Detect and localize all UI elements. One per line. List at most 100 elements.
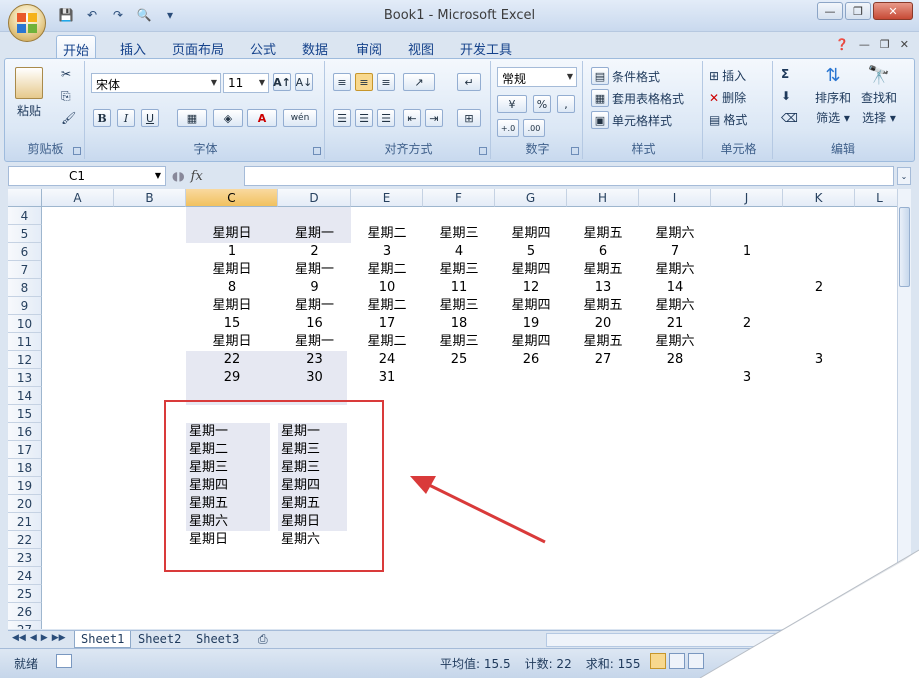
column-header-J[interactable]: J xyxy=(711,189,783,207)
insert-sheet-icon[interactable]: ⎙ xyxy=(252,631,274,648)
number-format-combo[interactable]: 常规 ▼ xyxy=(497,67,577,87)
insert-cells-button[interactable]: ⊞ 插入 xyxy=(709,67,746,84)
cell-J6[interactable]: 1 xyxy=(711,243,783,261)
conditional-formatting-button[interactable]: ▤ 条件格式 xyxy=(591,67,660,85)
row-header-25[interactable]: 25 xyxy=(8,585,42,603)
row-header-19[interactable]: 19 xyxy=(8,477,42,495)
cell-D8[interactable]: 9 xyxy=(278,279,351,297)
row-header-6[interactable]: 6 xyxy=(8,243,42,261)
align-bottom-button[interactable]: ≡ xyxy=(377,73,395,91)
cell-K12[interactable]: 3 xyxy=(783,351,855,369)
cell-H5[interactable]: 星期五 xyxy=(567,225,639,243)
cell-E6[interactable]: 3 xyxy=(351,243,423,261)
row-header-18[interactable]: 18 xyxy=(8,459,42,477)
page-layout-view-icon[interactable] xyxy=(669,653,685,669)
cell-H7[interactable]: 星期五 xyxy=(567,261,639,279)
paste-button[interactable]: 粘贴 xyxy=(15,67,43,119)
help-icon[interactable]: ❓ xyxy=(835,38,849,51)
row-header-26[interactable]: 26 xyxy=(8,603,42,621)
cell-I10[interactable]: 21 xyxy=(639,315,711,333)
close-button[interactable]: ✕ xyxy=(873,2,913,20)
cell-F11[interactable]: 星期三 xyxy=(423,333,495,351)
column-header-F[interactable]: F xyxy=(423,189,495,207)
cell-I11[interactable]: 星期六 xyxy=(639,333,711,351)
cell-K8[interactable]: 2 xyxy=(783,279,855,297)
clipboard-launcher-icon[interactable] xyxy=(73,147,81,155)
cell-J10[interactable]: 2 xyxy=(711,315,783,333)
sheet-tab-2[interactable]: Sheet2 xyxy=(132,631,187,648)
row-header-24[interactable]: 24 xyxy=(8,567,42,585)
row-header-13[interactable]: 13 xyxy=(8,369,42,387)
font-color-button[interactable]: A xyxy=(247,109,277,127)
minimize-ribbon-icon[interactable]: — xyxy=(859,38,870,51)
row-header-5[interactable]: 5 xyxy=(8,225,42,243)
column-header-B[interactable]: B xyxy=(114,189,186,207)
cell-G9[interactable]: 星期四 xyxy=(495,297,567,315)
row-header-9[interactable]: 9 xyxy=(8,297,42,315)
cell-F12[interactable]: 25 xyxy=(423,351,495,369)
cell-C12[interactable]: 22 xyxy=(186,351,278,369)
row-header-21[interactable]: 21 xyxy=(8,513,42,531)
vertical-scrollbar[interactable] xyxy=(897,189,911,629)
cell-G6[interactable]: 5 xyxy=(495,243,567,261)
comma-button[interactable]: , xyxy=(557,95,575,113)
font-size-combo[interactable]: 11 ▼ xyxy=(223,73,269,93)
formula-input[interactable] xyxy=(244,166,894,186)
normal-view-icon[interactable] xyxy=(650,653,666,669)
fill-color-button[interactable]: ◈ xyxy=(213,109,243,127)
sort-filter-button[interactable]: ⇅ 排序和 筛选 ▾ xyxy=(813,65,853,126)
cell-E7[interactable]: 星期二 xyxy=(351,261,423,279)
cell-I8[interactable]: 14 xyxy=(639,279,711,297)
cell-F8[interactable]: 11 xyxy=(423,279,495,297)
phonetic-guide-button[interactable]: wén xyxy=(283,109,317,127)
cell-E8[interactable]: 10 xyxy=(351,279,423,297)
shrink-font-button[interactable]: A↓ xyxy=(295,73,313,91)
wrap-text-button[interactable]: ↵ xyxy=(457,73,481,91)
cell-D7[interactable]: 星期一 xyxy=(278,261,351,279)
cell-F10[interactable]: 18 xyxy=(423,315,495,333)
column-header-G[interactable]: G xyxy=(495,189,567,207)
name-box[interactable]: C1 ▼ xyxy=(8,166,166,186)
bold-button[interactable]: B xyxy=(93,109,111,127)
vertical-scroll-thumb[interactable] xyxy=(899,207,910,287)
row-header-12[interactable]: 12 xyxy=(8,351,42,369)
merge-center-button[interactable]: ⊞ xyxy=(457,109,481,127)
cell-F5[interactable]: 星期三 xyxy=(423,225,495,243)
row-header-10[interactable]: 10 xyxy=(8,315,42,333)
cell-D9[interactable]: 星期一 xyxy=(278,297,351,315)
font-launcher-icon[interactable] xyxy=(313,147,321,155)
cell-C10[interactable]: 15 xyxy=(186,315,278,333)
restore-button[interactable]: ❐ xyxy=(845,2,871,20)
italic-button[interactable]: I xyxy=(117,109,135,127)
next-sheet-icon[interactable]: ▶ xyxy=(41,633,48,643)
cell-H11[interactable]: 星期五 xyxy=(567,333,639,351)
align-top-button[interactable]: ≡ xyxy=(333,73,351,91)
cell-C8[interactable]: 8 xyxy=(186,279,278,297)
sheet-tab-1[interactable]: Sheet1 xyxy=(74,631,132,648)
cell-I9[interactable]: 星期六 xyxy=(639,297,711,315)
office-button[interactable] xyxy=(8,4,46,42)
format-painter-button[interactable]: 🖌 xyxy=(61,111,76,125)
cell-E5[interactable]: 星期二 xyxy=(351,225,423,243)
cell-J13[interactable]: 3 xyxy=(711,369,783,387)
cell-H10[interactable]: 20 xyxy=(567,315,639,333)
cell-D6[interactable]: 2 xyxy=(278,243,351,261)
fill-button[interactable]: ⬇ xyxy=(781,89,791,103)
format-cells-button[interactable]: ▤ 格式 xyxy=(709,111,747,128)
decrease-indent-button[interactable]: ⇤ xyxy=(403,109,421,127)
tab-data[interactable]: 数据 xyxy=(296,35,334,58)
cell-G11[interactable]: 星期四 xyxy=(495,333,567,351)
sheet-tab-3[interactable]: Sheet3 xyxy=(190,631,245,648)
cell-E9[interactable]: 星期二 xyxy=(351,297,423,315)
column-header-A[interactable]: A xyxy=(42,189,114,207)
cell-I7[interactable]: 星期六 xyxy=(639,261,711,279)
formula-bar-handle-icon[interactable]: ◖◗ xyxy=(172,169,185,183)
row-header-4[interactable]: 4 xyxy=(8,207,42,225)
cell-C6[interactable]: 1 xyxy=(186,243,278,261)
column-header-E[interactable]: E xyxy=(351,189,423,207)
tab-page-layout[interactable]: 页面布局 xyxy=(166,35,230,58)
alignment-launcher-icon[interactable] xyxy=(479,147,487,155)
horizontal-scrollbar[interactable] xyxy=(546,633,906,647)
minimize-button[interactable]: — xyxy=(817,2,843,20)
tab-insert[interactable]: 插入 xyxy=(114,35,152,58)
